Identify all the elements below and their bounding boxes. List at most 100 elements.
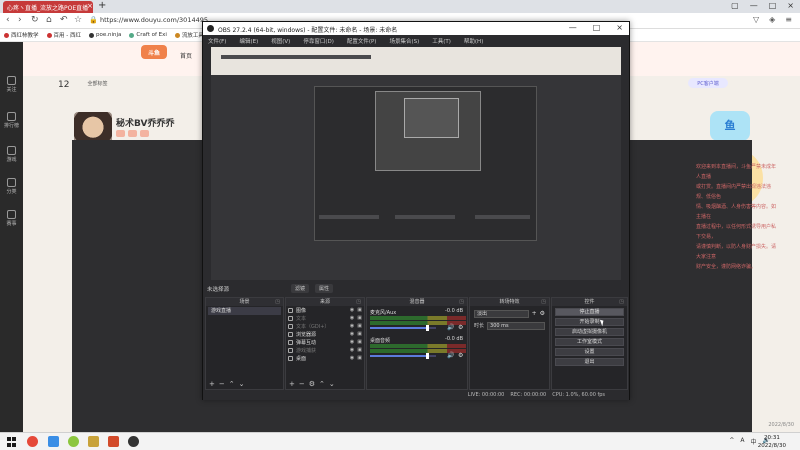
- lock-icon[interactable]: ▣: [357, 323, 362, 329]
- move-down-icon[interactable]: ⌄: [329, 379, 335, 389]
- volume-slider[interactable]: [370, 353, 436, 359]
- rail-item-category[interactable]: 分类: [0, 178, 23, 195]
- source-item[interactable]: 文本 ◉ ▣: [286, 314, 364, 322]
- source-item[interactable]: 文本（GDI+） ◉ ▣: [286, 322, 364, 330]
- source-item[interactable]: 图像 ◉ ▣: [286, 306, 364, 314]
- url-bar[interactable]: https://www.douyu.com/3014495: [100, 15, 210, 26]
- maximize-icon[interactable]: □: [769, 1, 777, 10]
- menu-view[interactable]: 视图(V): [271, 37, 290, 46]
- add-icon[interactable]: +: [209, 379, 215, 389]
- douyu-logo[interactable]: 斗鱼: [141, 45, 167, 59]
- explorer-icon[interactable]: [48, 436, 59, 447]
- scene-item[interactable]: 游戏直播: [208, 307, 281, 315]
- menu-help[interactable]: 帮助(H): [464, 37, 483, 46]
- add-icon[interactable]: +: [289, 379, 295, 389]
- lock-icon[interactable]: ▣: [357, 331, 362, 337]
- gear-icon[interactable]: ⚙: [458, 324, 463, 331]
- lock-icon[interactable]: ▣: [357, 315, 362, 321]
- bookmark-item[interactable]: poe.ninja: [89, 32, 121, 38]
- settings-button[interactable]: 设置: [555, 348, 624, 356]
- rail-item-follow[interactable]: 关注: [0, 76, 23, 93]
- pin-icon[interactable]: ◳: [356, 298, 361, 306]
- minimize-icon[interactable]: —: [750, 1, 758, 10]
- remove-icon[interactable]: −: [299, 379, 305, 389]
- back-icon[interactable]: ‹: [6, 15, 10, 25]
- eye-icon[interactable]: ◉: [350, 331, 354, 337]
- home-icon[interactable]: ⌂: [46, 15, 52, 25]
- new-tab-icon[interactable]: +: [98, 0, 106, 11]
- transition-select[interactable]: 淡出: [474, 309, 529, 318]
- move-down-icon[interactable]: ⌄: [239, 379, 245, 389]
- gear-icon[interactable]: ⚙: [458, 352, 463, 359]
- remove-icon[interactable]: −: [219, 379, 225, 389]
- menu-file[interactable]: 文件(F): [208, 37, 226, 46]
- pin-icon[interactable]: ◳: [619, 298, 624, 306]
- close-icon[interactable]: ×: [87, 2, 93, 10]
- eye-icon[interactable]: ◉: [350, 307, 354, 313]
- move-up-icon[interactable]: ⌃: [229, 379, 235, 389]
- filters-button[interactable]: 滤镜: [291, 284, 310, 293]
- refresh-icon[interactable]: ↻: [31, 15, 39, 25]
- menu-scene-collection[interactable]: 场景集合(S): [389, 37, 419, 46]
- lock-icon[interactable]: ▣: [357, 355, 362, 361]
- source-item[interactable]: 桌面 ◉ ▣: [286, 354, 364, 362]
- studio-mode-button[interactable]: 工作室模式: [555, 338, 624, 346]
- star-icon[interactable]: ☆: [74, 15, 82, 25]
- menu-profile[interactable]: 配置文件(P): [347, 37, 377, 46]
- pc-download-button[interactable]: PC客户端: [688, 78, 728, 88]
- rail-item-game[interactable]: 游戏: [0, 146, 23, 163]
- add-icon[interactable]: +: [532, 310, 537, 317]
- start-recording-button[interactable]: 开始录制: [555, 318, 624, 326]
- extension-icon[interactable]: ◈: [769, 15, 775, 24]
- pin-icon[interactable]: ◳: [541, 298, 546, 306]
- obs-preview[interactable]: [211, 47, 621, 280]
- forward-icon[interactable]: ›: [18, 15, 22, 25]
- undo-icon[interactable]: ↶: [60, 15, 68, 25]
- stat-item[interactable]: 12: [58, 80, 69, 90]
- browser-app-icon[interactable]: [68, 436, 79, 447]
- pin-icon[interactable]: ◳: [275, 298, 280, 306]
- speaker-icon[interactable]: 🔊: [447, 352, 454, 359]
- lock-icon[interactable]: ▣: [357, 307, 362, 313]
- menu-edit[interactable]: 编辑(E): [239, 37, 258, 46]
- rail-item-match[interactable]: 赛事: [0, 210, 23, 227]
- bookmark-item[interactable]: 百用 - 西红: [46, 31, 81, 39]
- menu-docks[interactable]: 停靠窗口(D): [303, 37, 334, 46]
- stop-streaming-button[interactable]: 停止直播: [555, 308, 624, 316]
- gear-icon[interactable]: ⚙: [309, 379, 315, 389]
- tray-input-icon[interactable]: A: [740, 437, 744, 446]
- eye-icon[interactable]: ◉: [350, 323, 354, 329]
- source-item[interactable]: 游戏捕获 ◉ ▣: [286, 346, 364, 354]
- exit-button[interactable]: 退出: [555, 358, 624, 366]
- close-window-icon[interactable]: ×: [787, 1, 794, 10]
- minimize-icon[interactable]: —: [569, 23, 577, 32]
- nav-home[interactable]: 首页: [180, 51, 192, 60]
- chrome-icon[interactable]: [27, 436, 38, 447]
- taskbar-clock[interactable]: 20:31 2022/8/30: [758, 434, 786, 450]
- lock-icon[interactable]: ▣: [357, 347, 362, 353]
- source-item[interactable]: 浏览器源 ◉ ▣: [286, 330, 364, 338]
- move-up-icon[interactable]: ⌃: [319, 379, 325, 389]
- rail-item-rank[interactable]: 排行榜: [0, 112, 23, 129]
- bookmark-item[interactable]: 西红柿教学: [4, 31, 39, 39]
- start-virtual-camera-button[interactable]: 启动虚拟摄像机: [555, 328, 624, 336]
- obs-app-icon[interactable]: [128, 436, 139, 447]
- stat-item[interactable]: 全部标签: [87, 80, 107, 90]
- eye-icon[interactable]: ◉: [350, 347, 354, 353]
- tray-expand-icon[interactable]: ^: [729, 437, 734, 446]
- streamer-name[interactable]: 秘术BV乔乔乔: [116, 116, 174, 129]
- eye-icon[interactable]: ◉: [350, 339, 354, 345]
- eye-icon[interactable]: ◉: [350, 315, 354, 321]
- bookmark-item[interactable]: 流放工具: [174, 31, 204, 39]
- maximize-icon[interactable]: □: [593, 23, 601, 32]
- app-icon[interactable]: [108, 436, 119, 447]
- close-icon[interactable]: ×: [616, 23, 623, 32]
- pin-icon[interactable]: ◳: [459, 298, 464, 306]
- start-button[interactable]: [7, 437, 17, 447]
- menu-icon[interactable]: ≡: [785, 15, 792, 24]
- volume-slider[interactable]: [370, 325, 436, 331]
- gear-icon[interactable]: ⚙: [540, 310, 545, 317]
- duration-input[interactable]: 300 ms: [487, 321, 545, 330]
- menu-tools[interactable]: 工具(T): [432, 37, 451, 46]
- eye-icon[interactable]: ◉: [350, 355, 354, 361]
